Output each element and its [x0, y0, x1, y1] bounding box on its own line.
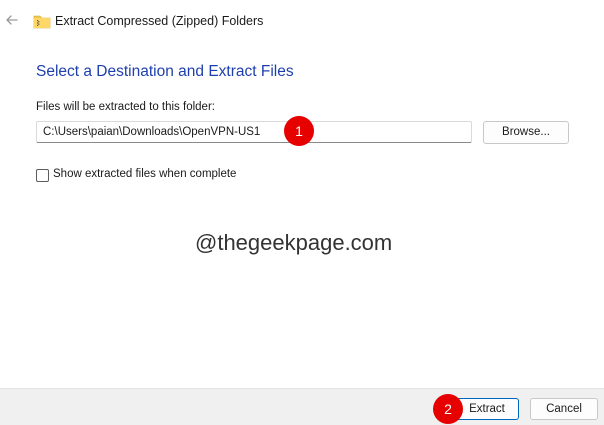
extract-button[interactable]: Extract	[455, 398, 519, 420]
window-title: Extract Compressed (Zipped) Folders	[55, 14, 264, 28]
cancel-button[interactable]: Cancel	[530, 398, 598, 420]
show-files-label[interactable]: Show extracted files when complete	[53, 168, 236, 180]
page-heading: Select a Destination and Extract Files	[36, 63, 294, 80]
show-files-checkbox[interactable]	[36, 169, 49, 182]
back-arrow-icon[interactable]	[3, 11, 21, 29]
watermark-text: @thegeekpage.com	[195, 230, 393, 255]
destination-path-input[interactable]: C:\Users\paian\Downloads\OpenVPN-US1	[36, 121, 472, 143]
destination-label: Files will be extracted to this folder:	[36, 101, 215, 113]
step-badge-2: 2	[433, 394, 463, 424]
step-badge-1: 1	[284, 116, 314, 146]
browse-button[interactable]: Browse...	[483, 121, 569, 144]
zipped-folder-icon	[33, 15, 51, 29]
title-bar: Extract Compressed (Zipped) Folders	[0, 0, 604, 42]
